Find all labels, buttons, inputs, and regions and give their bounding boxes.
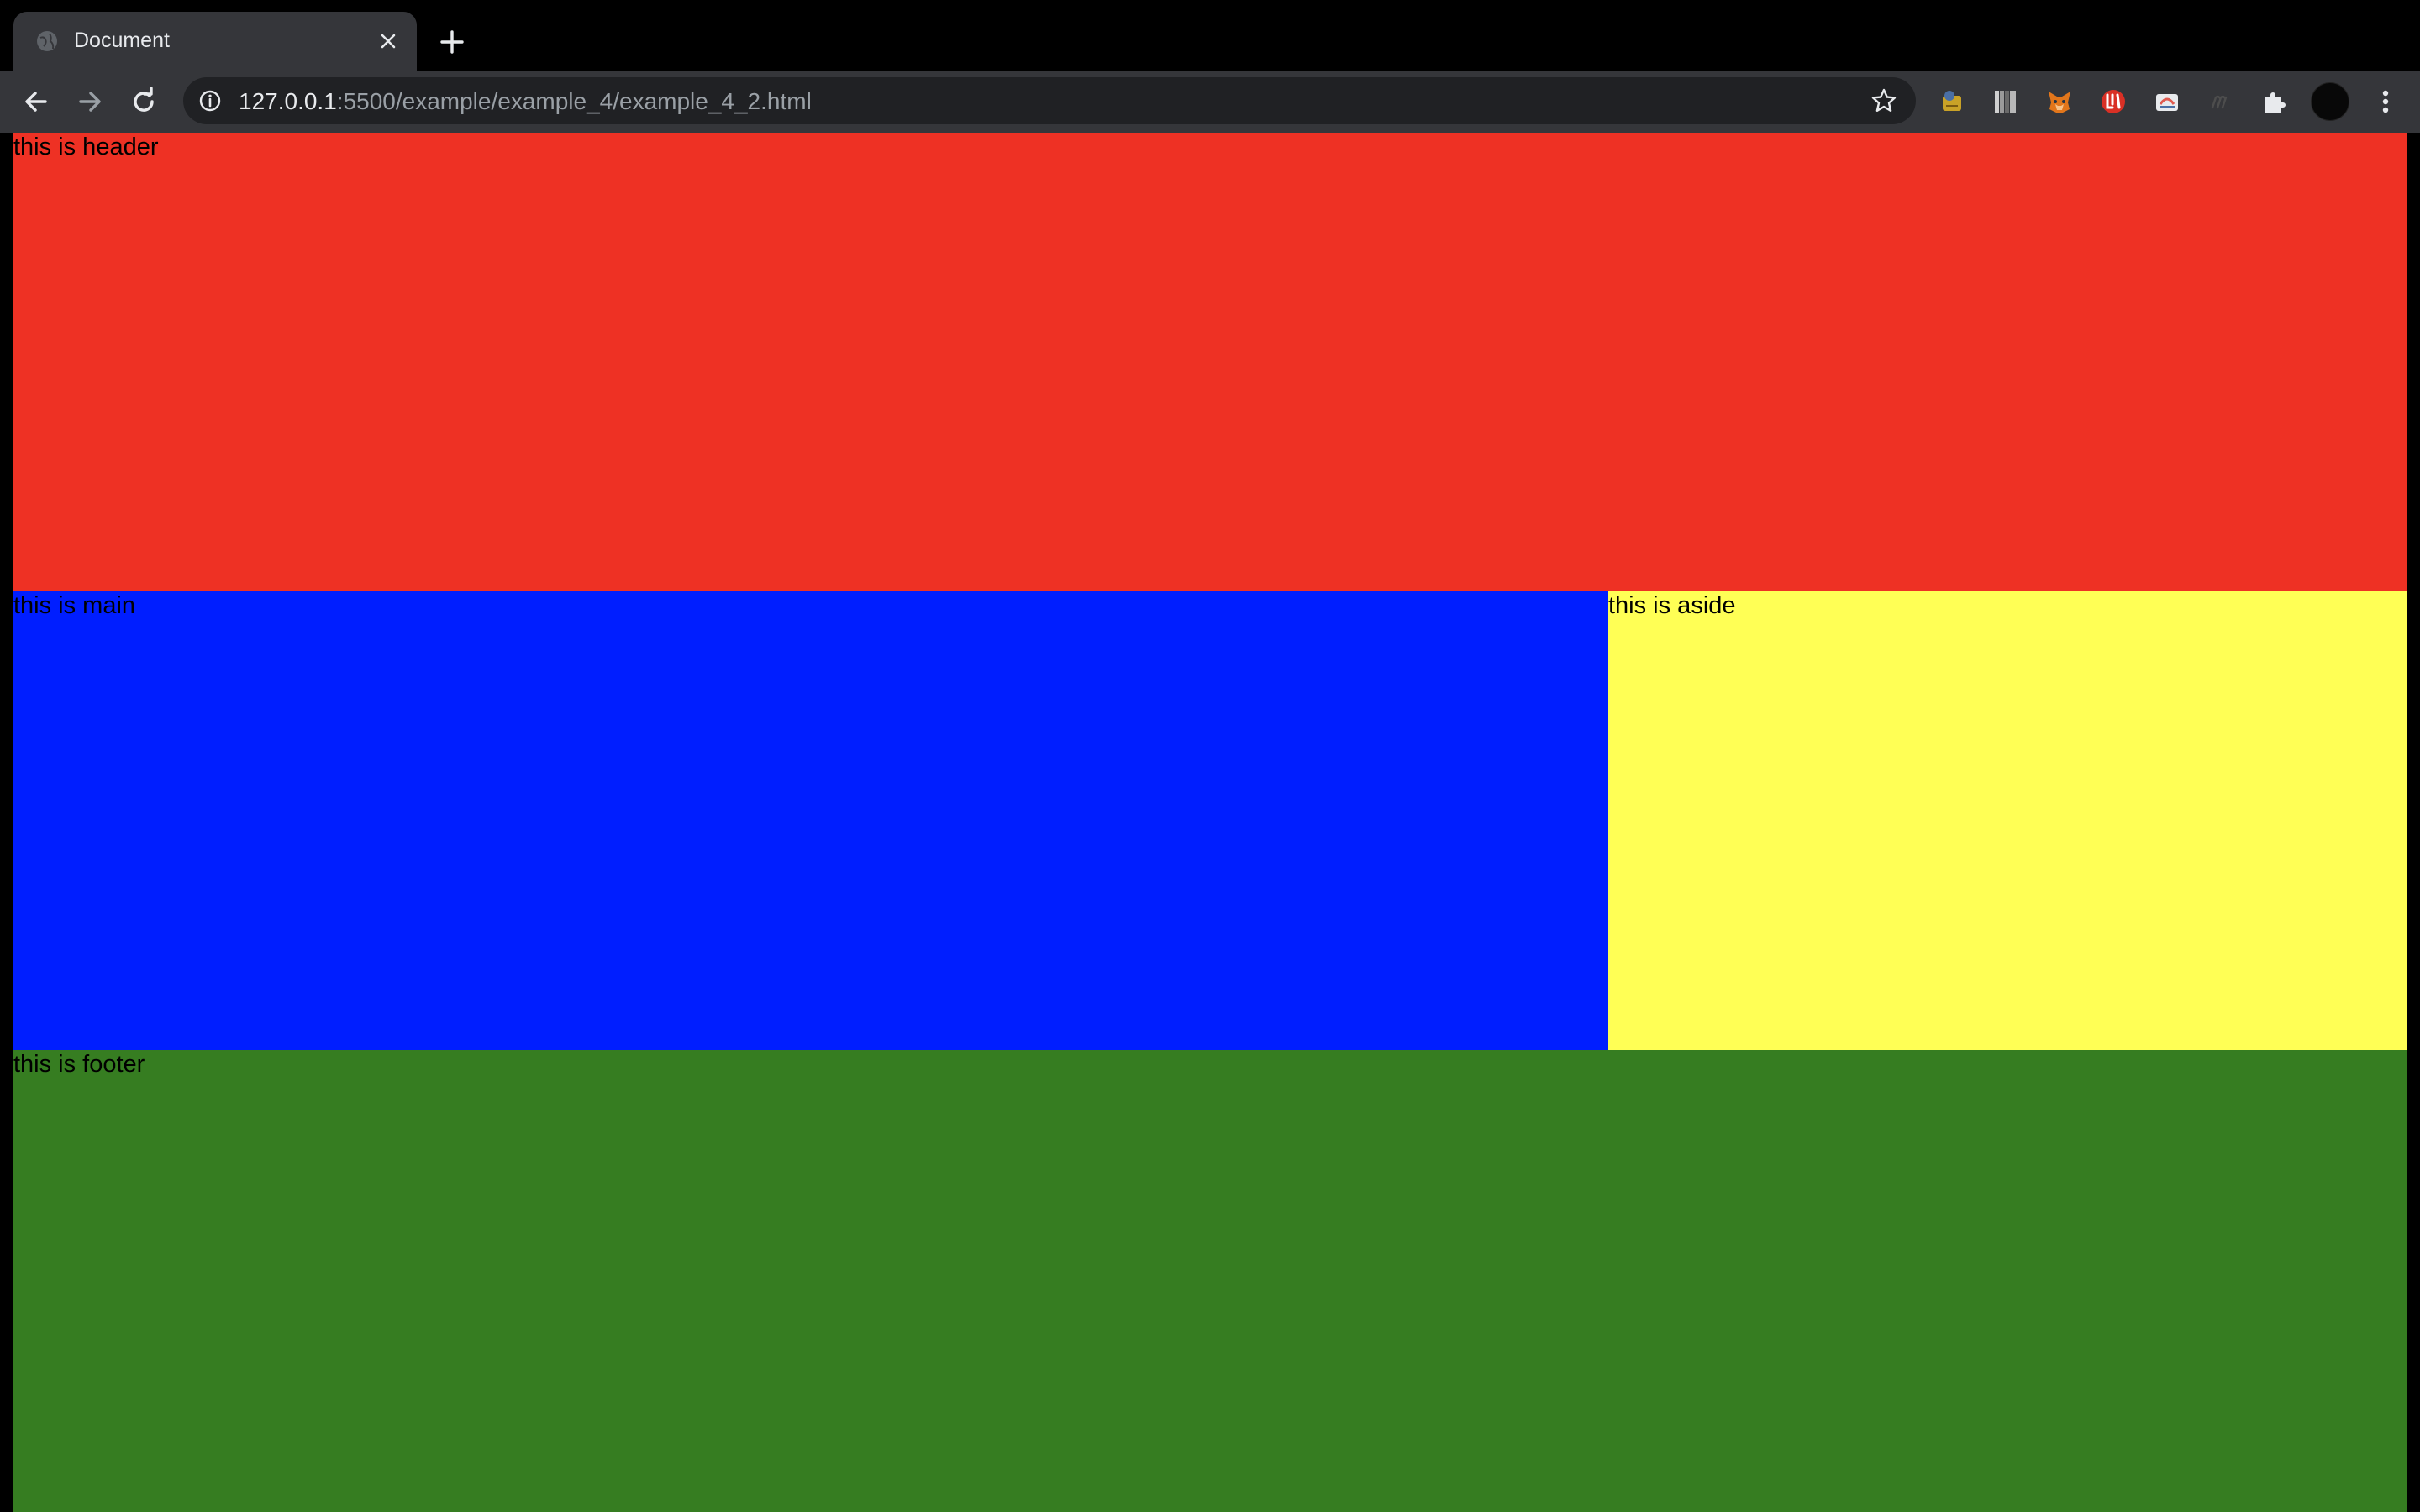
tab-title: Document xyxy=(74,29,170,52)
globe-icon xyxy=(37,31,57,51)
browser-toolbar: 127.0.0.1:5500/example/example_4/example… xyxy=(0,71,2420,133)
extension-icon-5[interactable] xyxy=(2207,87,2235,116)
footer-section: this is footer xyxy=(13,1050,2407,1512)
url-host: 127.0.0.1 xyxy=(239,88,337,114)
back-arrow-icon[interactable] xyxy=(20,86,52,118)
page-viewport: this is header this is main this is asid… xyxy=(13,133,2407,1512)
aside-text: this is aside xyxy=(1608,592,1736,619)
tab-strip: Document xyxy=(0,0,2420,71)
extension-icon-4[interactable] xyxy=(2153,87,2181,116)
extension-icon-red[interactable] xyxy=(2099,87,2128,116)
extension-icon-2[interactable] xyxy=(1991,87,2020,116)
puzzle-icon[interactable] xyxy=(2260,87,2289,116)
address-bar[interactable]: 127.0.0.1:5500/example/example_4/example… xyxy=(183,77,1916,124)
info-icon[interactable] xyxy=(198,89,222,113)
main-text: this is main xyxy=(13,592,136,619)
close-icon[interactable] xyxy=(376,29,400,53)
metamask-fox-icon[interactable] xyxy=(2045,87,2074,116)
main-section: this is main xyxy=(13,591,1608,1050)
avatar[interactable] xyxy=(2311,82,2349,121)
extension-icon-1[interactable] xyxy=(1938,87,1966,116)
kebab-menu-icon[interactable] xyxy=(2370,86,2402,118)
aside-section: this is aside xyxy=(1608,591,2407,1050)
forward-arrow-icon[interactable] xyxy=(74,86,106,118)
header-text: this is header xyxy=(13,134,159,160)
browser-tab[interactable]: Document xyxy=(13,12,417,71)
footer-text: this is footer xyxy=(13,1051,145,1078)
reload-icon[interactable] xyxy=(128,86,160,118)
url-text[interactable]: 127.0.0.1:5500/example/example_4/example… xyxy=(239,88,812,115)
plus-icon[interactable] xyxy=(437,27,467,57)
url-path: :5500/example/example_4/example_4_2.html xyxy=(336,88,812,114)
star-icon[interactable] xyxy=(1870,87,1897,114)
header-section: this is header xyxy=(13,133,2407,591)
